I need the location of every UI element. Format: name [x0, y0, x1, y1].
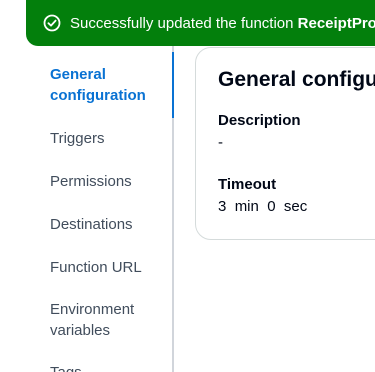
- lambda-function-page: Successfully updated the function Receip…: [0, 0, 375, 372]
- nav-item-environment-variables[interactable]: Environment variables: [50, 299, 160, 341]
- timeout-seconds: 0: [267, 198, 276, 215]
- nav-item-tags[interactable]: Tags: [50, 362, 160, 372]
- nav-item-destinations[interactable]: Destinations: [50, 214, 160, 235]
- nav-item-function-url[interactable]: Function URL: [50, 257, 160, 278]
- description-value: -: [218, 134, 223, 151]
- timeout-minutes: 3: [218, 198, 227, 215]
- general-configuration-card: General configuration Description - Time…: [195, 47, 375, 240]
- nav-item-permissions[interactable]: Permissions: [50, 171, 160, 192]
- config-side-nav: General configuration Triggers Permissio…: [0, 46, 174, 372]
- nav-item-general-configuration[interactable]: General configuration: [50, 64, 160, 106]
- flash-message-text: Successfully updated the function: [70, 14, 298, 32]
- timeout-minutes-unit: min: [234, 198, 259, 215]
- description-label: Description: [218, 112, 301, 129]
- nav-active-indicator: [172, 52, 174, 118]
- nav-item-triggers[interactable]: Triggers: [50, 128, 160, 149]
- flash-message: Successfully updated the function Receip…: [70, 15, 375, 32]
- flash-function-name: ReceiptProcessor: [297, 14, 375, 32]
- card-title: General configuration: [218, 68, 375, 91]
- timeout-seconds-unit: sec: [283, 198, 308, 215]
- timeout-label: Timeout: [218, 176, 277, 193]
- success-flash-banner: Successfully updated the function Receip…: [26, 0, 375, 46]
- timeout-value: 3 min 0 sec: [218, 198, 307, 215]
- success-check-icon: [43, 14, 61, 32]
